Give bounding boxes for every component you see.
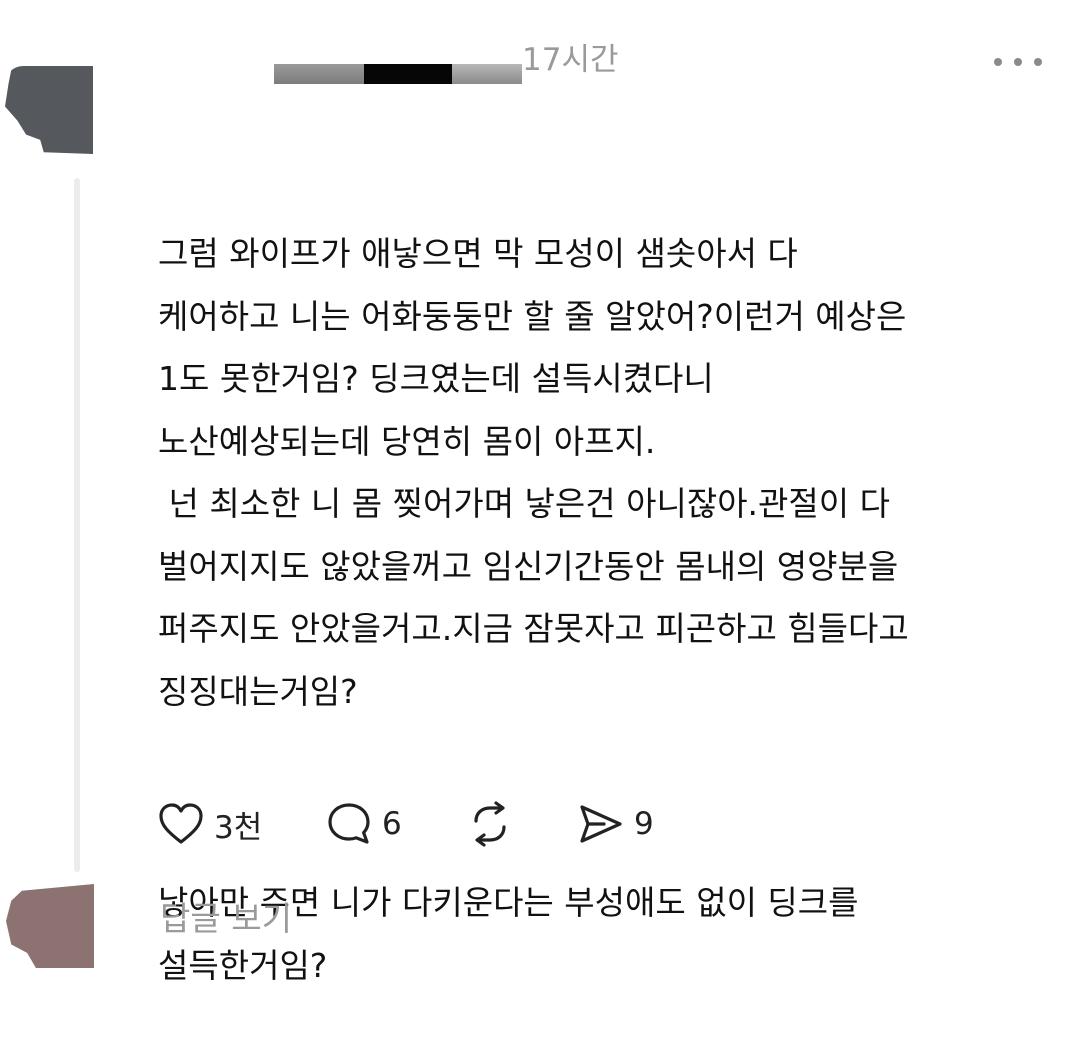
more-options-icon-dot <box>1034 58 1042 66</box>
share-count: 9 <box>634 806 654 842</box>
more-options-icon-dot <box>1014 58 1022 66</box>
thread-line <box>74 178 80 872</box>
more-options-button[interactable] <box>994 50 1042 74</box>
like-button[interactable]: 3천 <box>158 800 262 848</box>
reply-avatar[interactable] <box>6 884 94 968</box>
comment-button[interactable]: 6 <box>326 800 402 848</box>
repost-button[interactable] <box>466 800 524 848</box>
author-avatar[interactable] <box>5 66 93 154</box>
view-replies-link[interactable]: 답글 보기 <box>160 892 292 940</box>
post-timestamp: 17시간 <box>522 42 619 78</box>
share-button[interactable]: 9 <box>578 800 654 848</box>
heart-icon <box>159 803 203 844</box>
redacted-username <box>274 64 522 84</box>
like-count: 3천 <box>214 809 263 846</box>
comment-paragraph: 그럼 와이프가 애낳으면 막 모성이 샘솟아서 다 케어하고 니는 어화둥둥만 … <box>158 234 909 711</box>
send-icon <box>580 805 622 843</box>
more-options-icon <box>994 58 1002 66</box>
repost-icon <box>474 801 506 847</box>
comment-paragraph: 낳아만 주면 니가 다키운다는 부성애도 없이 딩크를 설득한거임? <box>158 883 859 985</box>
comment-body: 그럼 와이프가 애낳으면 막 모성이 샘솟아서 다 케어하고 니는 어화둥둥만 … <box>158 98 1058 1060</box>
comment-count: 6 <box>382 806 402 842</box>
comment-bubble-icon <box>328 803 370 844</box>
